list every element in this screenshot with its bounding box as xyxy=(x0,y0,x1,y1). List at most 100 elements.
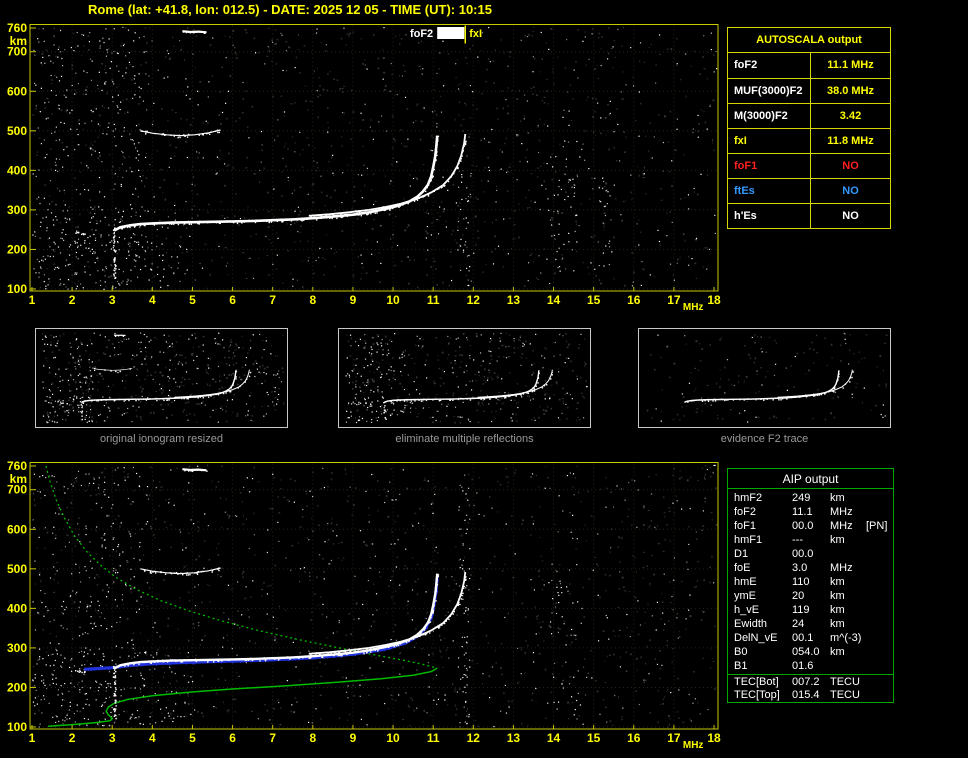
aip-row-label: B0 xyxy=(734,645,792,659)
aip-row-value: 119 xyxy=(792,603,830,617)
caption-no-multiples: eliminate multiple reflections xyxy=(338,433,591,445)
aip-row: B0054.0km xyxy=(728,645,893,659)
svg-text:3: 3 xyxy=(109,293,116,307)
svg-text:6: 6 xyxy=(229,293,236,307)
autoscala-row: M(3000)F23.42 xyxy=(728,103,890,128)
aip-row-unit: km xyxy=(830,575,866,589)
aip-row-extra xyxy=(866,617,893,631)
aip-row-value: 249 xyxy=(792,491,830,505)
aip-row-extra xyxy=(866,547,893,561)
svg-text:2: 2 xyxy=(69,293,76,307)
thumbnail-original-plot xyxy=(36,329,287,427)
aip-row-label: hmF1 xyxy=(734,533,792,547)
aip-row-extra xyxy=(866,675,893,688)
autoscala-row-label: MUF(3000)F2 xyxy=(728,79,811,103)
aip-row-value: 20 xyxy=(792,589,830,603)
aip-row-extra xyxy=(866,589,893,603)
autoscala-app: { "title": "Rome (lat: +41.8, lon: 012.5… xyxy=(0,0,968,755)
caption-original-ionogram: original ionogram resized xyxy=(35,433,288,445)
svg-text:200: 200 xyxy=(7,242,27,256)
aip-row: foF211.1MHz xyxy=(728,505,893,519)
ionogram-top-plot: 1234567891011121314151617181002003004005… xyxy=(0,18,740,320)
aip-row-label: TEC[Top] xyxy=(734,688,792,702)
aip-row-extra xyxy=(866,631,893,645)
svg-text:fxI: fxI xyxy=(469,28,482,40)
svg-text:100: 100 xyxy=(7,282,27,296)
thumbnail-f2-trace-plot xyxy=(639,329,890,427)
aip-row-unit: TECU xyxy=(830,688,866,702)
aip-row-value: 00.0 xyxy=(792,519,830,533)
aip-row-label: B1 xyxy=(734,659,792,673)
aip-row-value: 24 xyxy=(792,617,830,631)
thumbnail-original-ionogram xyxy=(35,328,288,428)
svg-text:5: 5 xyxy=(189,293,196,307)
aip-row-extra xyxy=(866,561,893,575)
aip-row: DelN_vE00.1m^(-3) xyxy=(728,631,893,645)
aip-row-label: h_vE xyxy=(734,603,792,617)
aip-row-label: TEC[Bot] xyxy=(734,675,792,688)
autoscala-header: AUTOSCALA output xyxy=(728,28,890,53)
svg-text:760: 760 xyxy=(7,21,27,35)
svg-text:600: 600 xyxy=(7,84,27,98)
aip-row-extra xyxy=(866,645,893,659)
aip-row-unit: km xyxy=(830,589,866,603)
aip-row-unit: km xyxy=(830,617,866,631)
aip-row-unit: MHz xyxy=(830,561,866,575)
svg-text:7: 7 xyxy=(269,293,276,307)
aip-row-unit: m^(-3) xyxy=(830,631,866,645)
aip-row-unit: MHz xyxy=(830,505,866,519)
svg-text:18: 18 xyxy=(707,293,721,307)
thumbnail-no-multiples xyxy=(338,328,591,428)
svg-text:10: 10 xyxy=(386,293,400,307)
aip-row: B101.6 xyxy=(728,659,893,673)
aip-row: hmF2249km xyxy=(728,491,893,505)
aip-header: AIP output xyxy=(728,469,893,489)
autoscala-row-value: 11.8 MHz xyxy=(811,129,890,153)
aip-row-label: foF2 xyxy=(734,505,792,519)
svg-text:300: 300 xyxy=(7,203,27,217)
aip-row: hmF1---km xyxy=(728,533,893,547)
autoscala-row: h'EsNO xyxy=(728,203,890,228)
aip-row-value: 11.1 xyxy=(792,505,830,519)
aip-row-unit: km xyxy=(830,645,866,659)
aip-table: AIP output hmF2249kmfoF211.1MHzfoF100.0M… xyxy=(727,468,894,703)
aip-row: TEC[Bot]007.2TECU xyxy=(728,674,893,688)
autoscala-row-label: foF2 xyxy=(728,53,811,78)
aip-row-value: 110 xyxy=(792,575,830,589)
aip-row-label: Ewidth xyxy=(734,617,792,631)
aip-row: Ewidth24km xyxy=(728,617,893,631)
autoscala-row: fxI11.8 MHz xyxy=(728,128,890,153)
aip-row-label: foF1 xyxy=(734,519,792,533)
thumbnail-f2-trace xyxy=(638,328,891,428)
aip-row-label: D1 xyxy=(734,547,792,561)
aip-row: h_vE119km xyxy=(728,603,893,617)
svg-text:14: 14 xyxy=(547,293,561,307)
svg-text:MHz: MHz xyxy=(683,302,704,313)
aip-row: hmE110km xyxy=(728,575,893,589)
autoscala-row: ftEsNO xyxy=(728,178,890,203)
autoscala-row-label: h'Es xyxy=(728,204,811,228)
aip-row-unit: km xyxy=(830,491,866,505)
autoscala-row: foF211.1 MHz xyxy=(728,53,890,78)
autoscala-row: MUF(3000)F238.0 MHz xyxy=(728,78,890,103)
aip-row-value: 00.0 xyxy=(792,547,830,561)
aip-row-label: ymE xyxy=(734,589,792,603)
autoscala-row: foF1NO xyxy=(728,153,890,178)
autoscala-row-label: M(3000)F2 xyxy=(728,104,811,128)
aip-row-label: hmF2 xyxy=(734,491,792,505)
autoscala-row-value: 38.0 MHz xyxy=(811,79,890,103)
aip-row-value: 054.0 xyxy=(792,645,830,659)
svg-text:8: 8 xyxy=(309,293,316,307)
svg-text:km: km xyxy=(10,34,27,48)
aip-row: TEC[Top]015.4TECU xyxy=(728,688,893,702)
aip-row-extra xyxy=(866,688,893,702)
aip-row-value: --- xyxy=(792,533,830,547)
aip-row: ymE20km xyxy=(728,589,893,603)
aip-row-value: 00.1 xyxy=(792,631,830,645)
autoscala-row-value: NO xyxy=(811,204,890,228)
aip-row-label: hmE xyxy=(734,575,792,589)
aip-row-value: 015.4 xyxy=(792,688,830,702)
aip-row-unit: MHz xyxy=(830,519,866,533)
aip-row-unit xyxy=(830,547,866,561)
aip-row-value: 3.0 xyxy=(792,561,830,575)
